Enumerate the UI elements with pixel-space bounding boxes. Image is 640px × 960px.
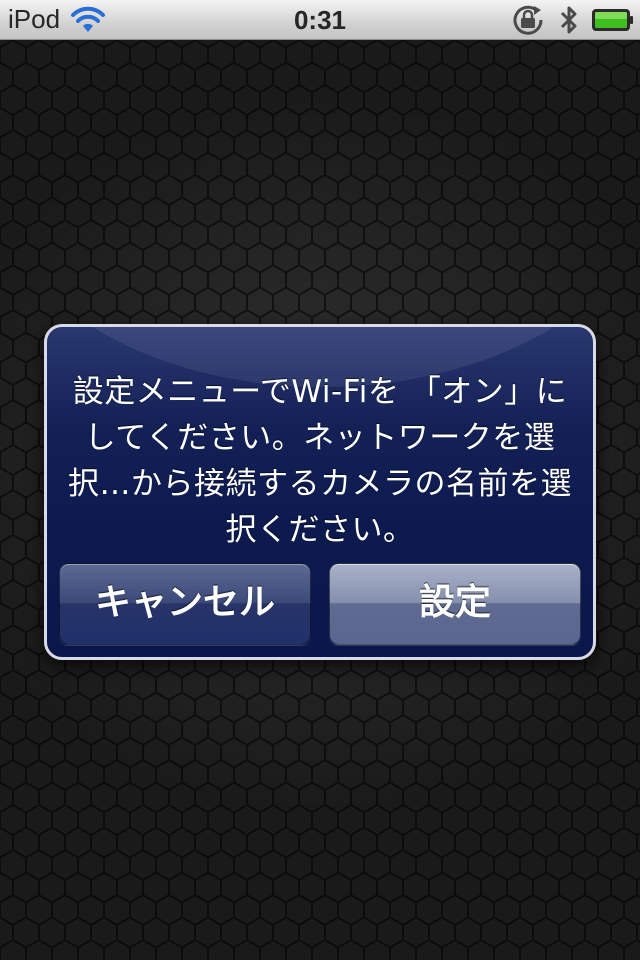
alert-dialog: 設定メニューでWi-Fiを 「オン」に してください。ネットワークを選 択…から… <box>44 324 596 660</box>
battery-icon <box>592 9 633 31</box>
alert-message-line: 択…から接続するカメラの名前を選 <box>68 466 572 502</box>
rotation-lock-icon <box>513 5 543 35</box>
cancel-button[interactable]: キャンセル <box>59 563 311 645</box>
alert-message: 設定メニューでWi-Fiを 「オン」に してください。ネットワークを選 択…から… <box>67 369 573 553</box>
bluetooth-icon <box>560 6 577 34</box>
status-bar: iPod 0:31 <box>0 0 640 40</box>
settings-button[interactable]: 設定 <box>329 563 581 645</box>
alert-message-line: してください。ネットワークを選 <box>84 420 556 456</box>
alert-message-line: 択ください。 <box>225 512 415 548</box>
alert-message-line: 設定メニューでWi-Fiを 「オン」に <box>72 374 568 410</box>
